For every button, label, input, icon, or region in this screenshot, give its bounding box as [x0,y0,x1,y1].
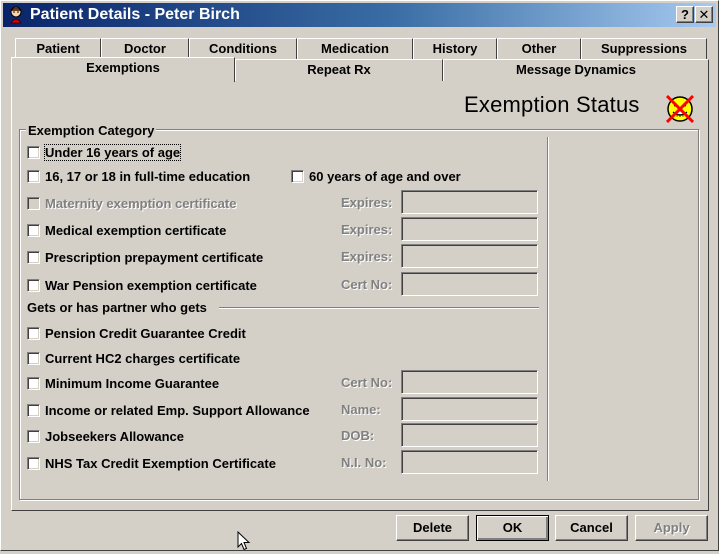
checkbox-box[interactable] [27,278,40,292]
pension-credit-checkbox[interactable]: Pension Credit Guarantee Credit [27,325,246,341]
window-title: Patient Details - Peter Birch [30,6,240,23]
jobseekers-checkbox[interactable]: Jobseekers Allowance [27,428,184,444]
checkbox-box[interactable] [27,456,40,470]
title-bar[interactable]: Patient Details - Peter Birch ? ✕ [3,3,716,27]
medical-checkbox[interactable]: Medical exemption certificate [27,222,226,238]
maternity-expires-field [401,190,538,214]
tab-message-dynamics[interactable]: Message Dynamics [443,59,709,81]
checkbox-box[interactable] [27,223,40,237]
nhs-tax-credit-checkbox[interactable]: NHS Tax Credit Exemption Certificate [27,455,276,471]
partner-cert-no-field [401,370,538,394]
apply-button: Apply [635,515,708,541]
delete-button[interactable]: Delete [396,515,469,541]
under-16-label: Under 16 years of age [43,143,182,161]
patient-app-icon [8,6,24,24]
medical-label: Medical exemption certificate [45,222,227,238]
checkbox-box[interactable] [27,169,40,183]
no-exemption-face-icon [663,91,697,125]
full-time-education-label: 16, 17 or 18 in full-time education [45,168,251,184]
mouse-pointer-icon [237,530,251,551]
checkbox-box[interactable] [27,429,40,443]
close-button[interactable]: ✕ [695,6,713,23]
partner-name-label: Name: [341,402,381,417]
partner-name-field [401,397,538,421]
sixty-and-over-label: 60 years of age and over [309,168,461,184]
maternity-label: Maternity exemption certificate [45,195,237,211]
war-pension-checkbox[interactable]: War Pension exemption certificate [27,277,257,293]
pension-credit-label: Pension Credit Guarantee Credit [45,325,246,341]
partner-ni-no-field [401,450,538,474]
prescription-prepayment-label: Prescription prepayment certificate [45,249,264,265]
tab-medication[interactable]: Medication [297,38,413,60]
partner-dob-label: DOB: [341,428,375,443]
exemption-status-title: Exemption Status [464,92,640,117]
full-time-education-checkbox[interactable]: 16, 17 or 18 in full-time education [27,168,250,184]
prepayment-expires-label: Expires: [341,249,393,264]
exemption-category-legend: Exemption Category [26,123,157,138]
checkbox-box[interactable] [27,351,40,365]
maternity-checkbox: Maternity exemption certificate [27,195,236,211]
checkbox-box[interactable] [27,326,40,340]
checkbox-box[interactable] [27,403,40,417]
checkbox-box[interactable] [27,145,40,159]
medical-expires-field [401,217,538,241]
war-pension-label: War Pension exemption certificate [45,277,257,293]
income-support-checkbox[interactable]: Income or related Emp. Support Allowance [27,402,310,418]
war-pension-cert-no-label: Cert No: [341,277,393,292]
checkbox-box[interactable] [291,169,304,183]
under-16-checkbox[interactable]: Under 16 years of age [27,143,182,161]
partner-section-divider [219,307,539,309]
hc2-checkbox[interactable]: Current HC2 charges certificate [27,350,240,366]
partner-cert-no-label: Cert No: [341,375,393,390]
hc2-label: Current HC2 charges certificate [45,350,241,366]
help-button[interactable]: ? [676,6,694,23]
tab-history[interactable]: History [413,38,497,60]
vertical-divider [547,137,549,481]
partner-ni-no-label: N.I. No: [341,455,387,470]
checkbox-box[interactable] [27,250,40,264]
war-pension-cert-no-field [401,272,538,296]
min-income-label: Minimum Income Guarantee [45,375,220,391]
checkbox-box[interactable] [27,376,40,390]
ok-button[interactable]: OK [476,515,549,541]
income-support-label: Income or related Emp. Support Allowance [45,402,310,418]
checkbox-box [27,196,40,210]
tab-suppressions[interactable]: Suppressions [581,38,707,60]
prepayment-expires-field [401,244,538,268]
maternity-expires-label: Expires: [341,195,393,210]
patient-details-window: Patient Details - Peter Birch ? ✕ Patien… [0,0,719,551]
partner-dob-field [401,423,538,447]
cancel-button[interactable]: Cancel [555,515,628,541]
prescription-prepayment-checkbox[interactable]: Prescription prepayment certificate [27,249,263,265]
tab-exemptions[interactable]: Exemptions [11,57,235,82]
nhs-tax-credit-label: NHS Tax Credit Exemption Certificate [45,455,276,471]
close-icon: ✕ [698,7,710,22]
tab-repeat-rx[interactable]: Repeat Rx [235,59,443,81]
partner-section-legend: Gets or has partner who gets [27,300,207,315]
min-income-checkbox[interactable]: Minimum Income Guarantee [27,375,219,391]
sixty-and-over-checkbox[interactable]: 60 years of age and over [291,168,461,184]
medical-expires-label: Expires: [341,222,393,237]
jobseekers-label: Jobseekers Allowance [45,428,184,444]
tab-other[interactable]: Other [497,38,581,60]
